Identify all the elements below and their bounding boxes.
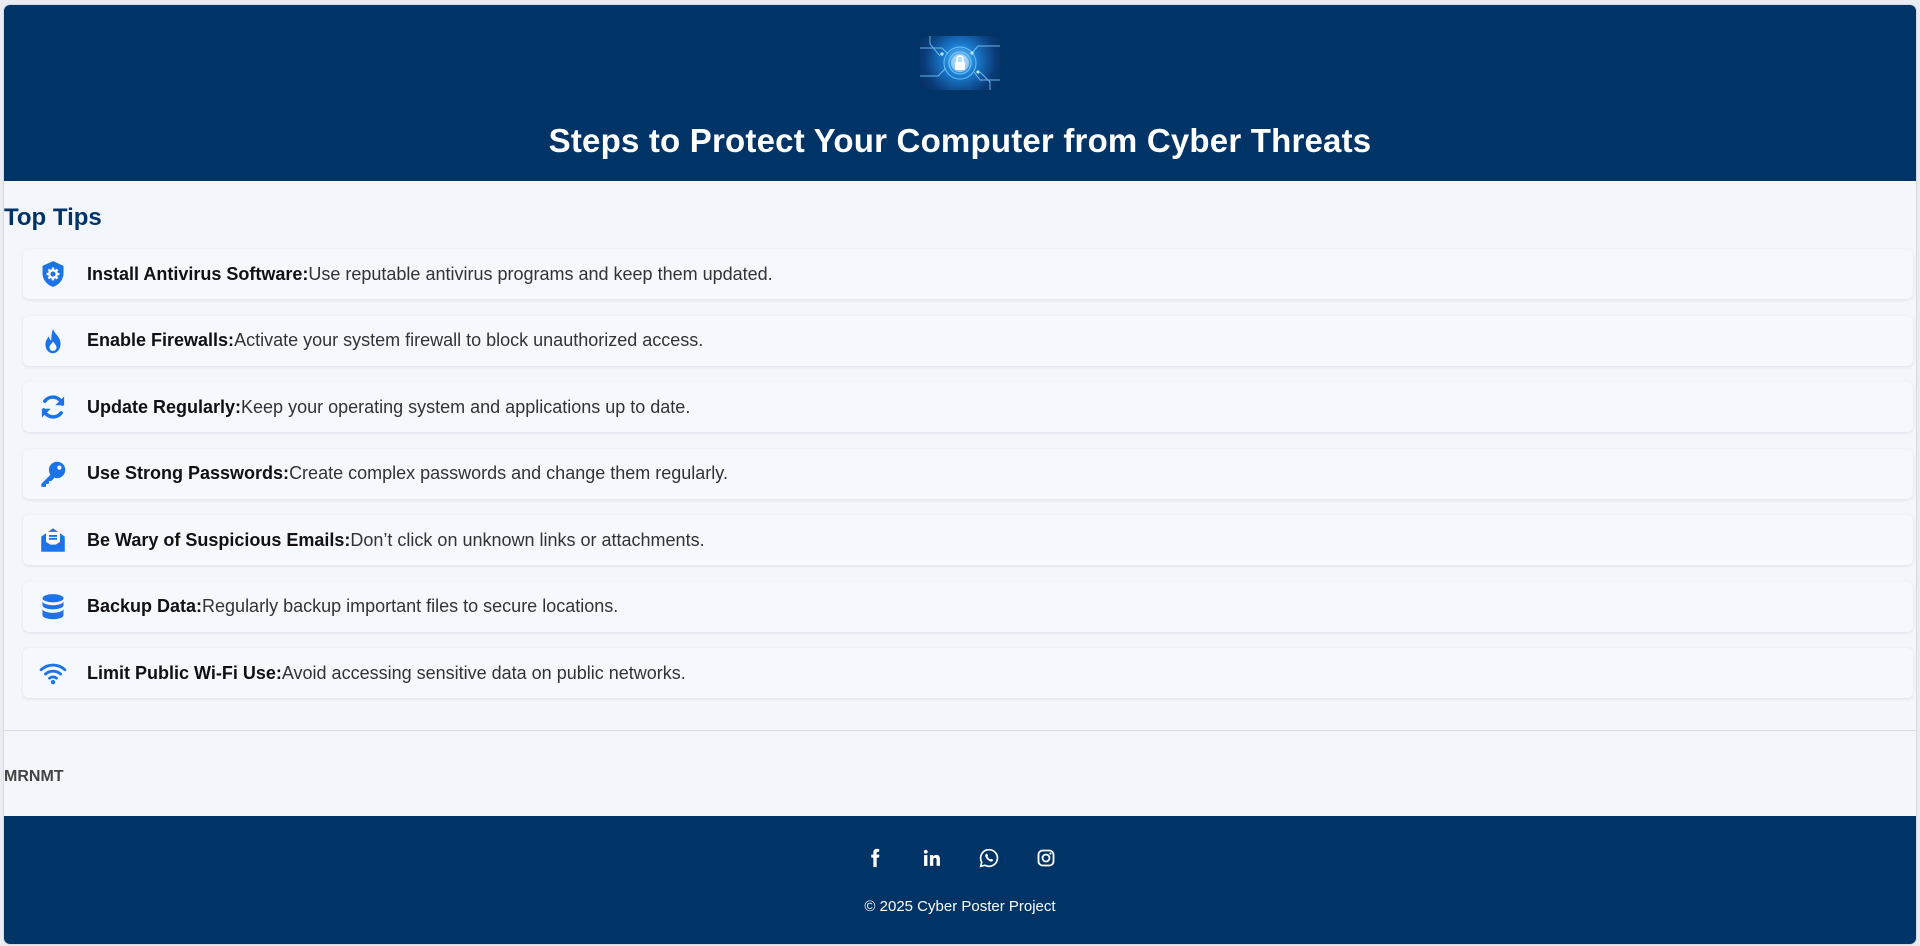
tip-item-wifi: Limit Public Wi-Fi Use: Avoid accessing s… <box>23 648 1913 698</box>
section-divider <box>4 730 1916 731</box>
tip-title: Install Antivirus Software: <box>87 263 309 284</box>
footer: © 2025 Cyber Poster Project <box>4 816 1916 944</box>
shield-gear-icon <box>38 259 68 289</box>
tip-text: Keep your operating system and applicati… <box>241 396 691 417</box>
instagram-icon[interactable] <box>1034 846 1058 870</box>
facebook-icon[interactable] <box>863 846 887 870</box>
tip-text: Use reputable antivirus programs and kee… <box>308 263 773 284</box>
page: Steps to Protect Your Computer from Cybe… <box>4 5 1916 944</box>
tip-text: Regularly backup important files to secu… <box>202 596 619 616</box>
tip-item-backup: Backup Data: Regularly backup important f… <box>23 581 1913 632</box>
copyright-text: © 2025 Cyber Poster Project <box>864 898 1056 915</box>
database-icon <box>38 592 68 622</box>
tip-title: Backup Data: <box>87 596 203 616</box>
tip-title: Be Wary of Suspicious Emails: <box>87 529 351 550</box>
section-heading-top-tips: Top Tips <box>4 204 102 231</box>
wifi-icon <box>38 658 68 688</box>
tip-item-antivirus: Install Antivirus Software: Use reputable… <box>23 249 1913 299</box>
tip-title: Limit Public Wi-Fi Use: <box>87 662 282 683</box>
tips-list: Install Antivirus Software: Use reputable… <box>23 249 1913 715</box>
fire-icon <box>38 326 68 356</box>
tip-item-emails: Be Wary of Suspicious Emails: Don’t click… <box>23 515 1913 565</box>
social-links <box>4 846 1916 870</box>
tip-item-update: Update Regularly: Keep your operating sys… <box>23 382 1913 432</box>
page-title: Steps to Protect Your Computer from Cybe… <box>548 122 1372 159</box>
cyber-lock-logo <box>920 36 1000 90</box>
whatsapp-icon[interactable] <box>977 846 1001 870</box>
key-icon <box>38 459 68 489</box>
tip-item-firewalls: Enable Firewalls: Activate your system fi… <box>23 315 1913 366</box>
tip-text: Avoid accessing sensitive data on public… <box>281 662 686 683</box>
tip-text: Don’t click on unknown links or attachme… <box>350 529 705 550</box>
header: Steps to Protect Your Computer from Cybe… <box>4 5 1916 181</box>
tip-title: Update Regularly: <box>87 396 242 417</box>
tip-title: Enable Firewalls: <box>87 330 235 350</box>
tip-text: Activate your system firewall to block u… <box>234 330 704 350</box>
tip-item-passwords: Use Strong Passwords: Create complex pass… <box>23 448 1913 499</box>
tip-text: Create complex passwords and change them… <box>289 463 728 483</box>
sync-icon <box>38 392 68 422</box>
author-name: MRNMT <box>4 768 64 785</box>
tip-title: Use Strong Passwords: <box>87 463 290 483</box>
linkedin-icon[interactable] <box>920 846 944 870</box>
envelope-open-icon <box>38 525 68 555</box>
